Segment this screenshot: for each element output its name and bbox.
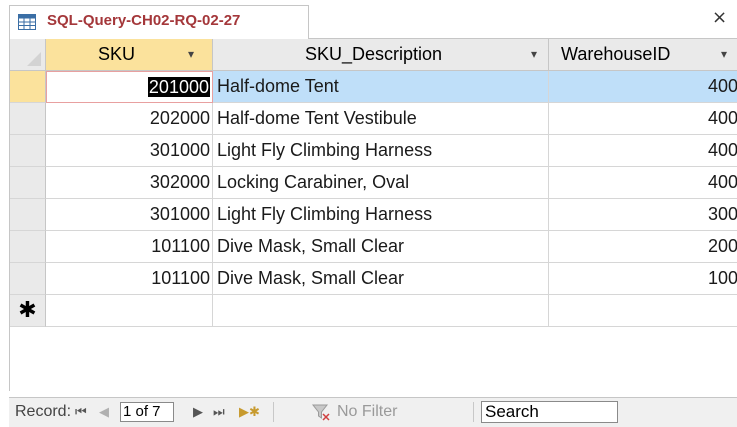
close-icon[interactable]: × <box>712 9 727 27</box>
cell-sku-value: 101100 <box>151 236 210 256</box>
cell-sku-value: 302000 <box>149 172 210 192</box>
cell-sku[interactable] <box>46 295 213 327</box>
cell-sku-description[interactable]: Light Fly Climbing Harness <box>213 135 549 167</box>
previous-record-icon[interactable]: ◀ <box>99 404 109 420</box>
table-row[interactable]: 202000 Half-dome Tent Vestibule 400 <box>10 103 737 135</box>
column-header-label: SKU_Description <box>305 44 443 64</box>
column-header-label: WarehouseID <box>561 44 671 64</box>
table-row[interactable]: 301000 Light Fly Climbing Harness 300 <box>10 199 737 231</box>
datasheet-grid: SKU ▾ SKU_Description ▾ WarehouseID ▾ 20… <box>9 39 737 391</box>
column-header-label: SKU <box>98 44 136 64</box>
record-selector[interactable] <box>10 135 46 167</box>
new-record-marker: ✱ <box>10 295 46 327</box>
cell-warehouseid[interactable] <box>549 295 737 327</box>
record-label: Record: <box>15 403 72 420</box>
cell-sku-value: 301000 <box>149 140 210 160</box>
cell-sku-value: 301000 <box>149 204 210 224</box>
cell-sku-description[interactable] <box>213 295 549 327</box>
cell-sku-description[interactable]: Light Fly Climbing Harness <box>213 199 549 231</box>
document-tab-strip: SQL-Query-CH02-RQ-02-27 × <box>0 0 737 39</box>
record-selector[interactable] <box>10 199 46 231</box>
filter-icon <box>311 404 330 421</box>
chevron-down-icon[interactable]: ▾ <box>188 39 194 70</box>
new-record-icon[interactable]: ▶✱ <box>239 404 260 420</box>
divider <box>273 402 274 422</box>
cell-sku-description[interactable]: Half-dome Tent Vestibule <box>213 103 549 135</box>
cell-warehouseid[interactable]: 300 <box>549 199 737 231</box>
cell-warehouseid[interactable]: 200 <box>549 231 737 263</box>
table-row[interactable]: 101100 Dive Mask, Small Clear 100 <box>10 263 737 295</box>
query-tab[interactable]: SQL-Query-CH02-RQ-02-27 <box>9 5 309 39</box>
cell-warehouseid[interactable]: 400 <box>549 135 737 167</box>
table-row[interactable]: 302000 Locking Carabiner, Oval 400 <box>10 167 737 199</box>
current-record-field[interactable]: 1 of 7 <box>120 402 174 422</box>
cell-warehouseid[interactable]: 100 <box>549 263 737 295</box>
table-row[interactable]: 201000 Half-dome Tent 400 <box>10 71 737 103</box>
cell-warehouseid[interactable]: 400 <box>549 103 737 135</box>
cell-warehouseid[interactable]: 400 <box>549 167 737 199</box>
table-row[interactable]: 301000 Light Fly Climbing Harness 400 <box>10 135 737 167</box>
cell-sku[interactable]: 202000 <box>46 103 213 135</box>
column-header-warehouseid[interactable]: WarehouseID ▾ <box>549 39 737 71</box>
record-navigation-bar: Record: ⏮ ◀ 1 of 7 ▶ ⏭ ▶✱ No Filter Sear… <box>9 397 737 427</box>
cell-sku-description[interactable]: Dive Mask, Small Clear <box>213 263 549 295</box>
cell-sku-description[interactable]: Half-dome Tent <box>213 71 549 103</box>
next-record-icon[interactable]: ▶ <box>193 404 203 420</box>
new-record-row[interactable]: ✱ <box>10 295 737 327</box>
select-all-icon <box>27 52 41 66</box>
record-selector[interactable] <box>10 167 46 199</box>
record-selector[interactable] <box>10 103 46 135</box>
record-selector[interactable] <box>10 71 46 103</box>
cell-sku[interactable]: 101100 <box>46 231 213 263</box>
record-selector[interactable] <box>10 231 46 263</box>
divider <box>473 402 474 422</box>
chevron-down-icon[interactable]: ▾ <box>721 39 727 70</box>
tab-title: SQL-Query-CH02-RQ-02-27 <box>47 12 241 29</box>
table-row[interactable]: 101100 Dive Mask, Small Clear 200 <box>10 231 737 263</box>
column-header-sku-description[interactable]: SKU_Description ▾ <box>213 39 549 71</box>
select-all-corner[interactable] <box>10 39 46 71</box>
chevron-down-icon[interactable]: ▾ <box>531 39 537 70</box>
record-selector[interactable] <box>10 263 46 295</box>
cell-sku[interactable]: 101100 <box>46 263 213 295</box>
cell-sku-value: 201000 <box>147 77 210 97</box>
last-record-icon[interactable]: ⏭ <box>213 404 225 420</box>
cell-sku[interactable]: 302000 <box>46 167 213 199</box>
cell-warehouseid[interactable]: 400 <box>549 71 737 103</box>
column-header-sku[interactable]: SKU ▾ <box>46 39 213 71</box>
no-filter-button[interactable]: No Filter <box>337 403 397 421</box>
cell-sku-description[interactable]: Locking Carabiner, Oval <box>213 167 549 199</box>
cell-sku-description[interactable]: Dive Mask, Small Clear <box>213 231 549 263</box>
cell-sku[interactable]: 301000 <box>46 135 213 167</box>
search-input[interactable]: Search <box>481 401 618 423</box>
cell-sku[interactable]: 201000 <box>46 71 213 103</box>
datasheet-icon <box>18 14 36 30</box>
cell-sku-value: 202000 <box>149 108 210 128</box>
cell-sku-value: 101100 <box>151 268 210 288</box>
first-record-icon[interactable]: ⏮ <box>75 404 87 420</box>
cell-sku[interactable]: 301000 <box>46 199 213 231</box>
